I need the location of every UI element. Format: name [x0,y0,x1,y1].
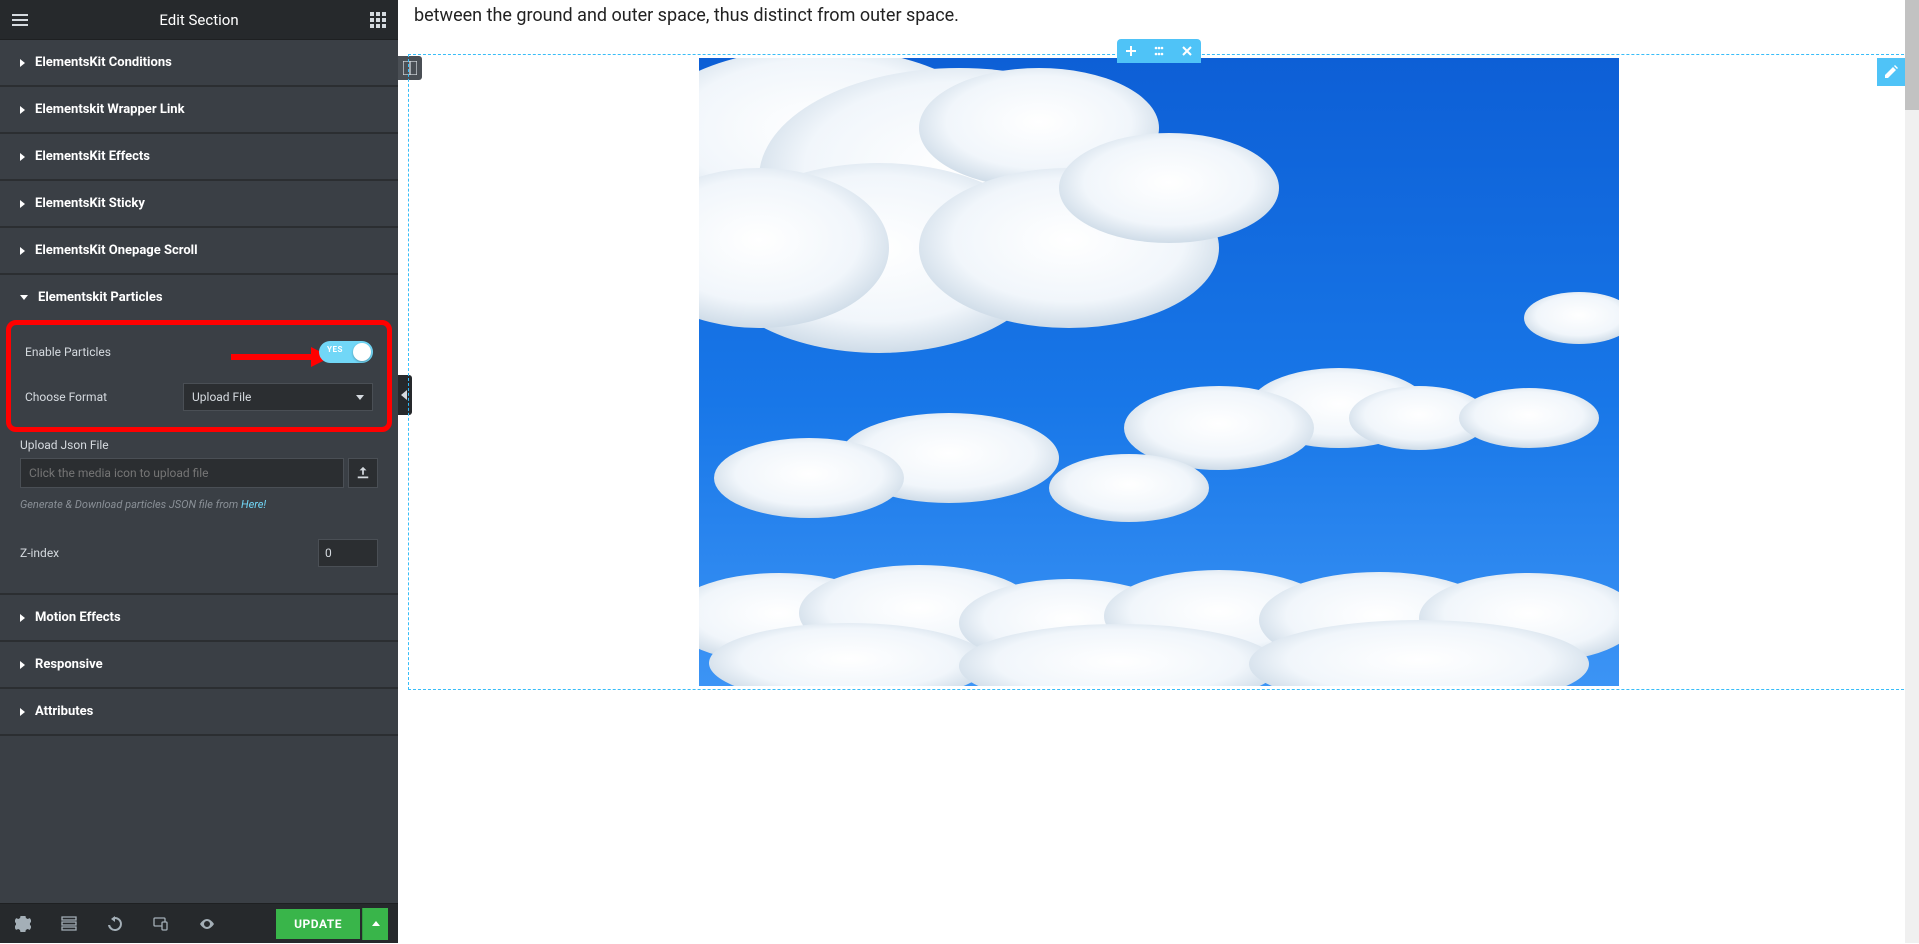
settings-icon[interactable] [0,904,46,944]
acc-onepage: ElementsKit Onepage Scroll [0,228,398,275]
sky-image [699,58,1619,686]
section-drag[interactable] [1145,39,1173,63]
choose-format-label: Choose Format [25,390,107,404]
menu-icon[interactable] [10,10,30,30]
caret-right-icon [20,247,25,255]
acc-label: ElementsKit Onepage Scroll [35,243,198,258]
toggle-knob [353,343,371,361]
acc-sticky-head[interactable]: ElementsKit Sticky [0,181,398,226]
acc-particles: Elementskit Particles Enable Particles Y… [0,275,398,595]
acc-particles-head[interactable]: Elementskit Particles [0,275,398,320]
caret-right-icon [20,200,25,208]
acc-motion: Motion Effects [0,595,398,642]
caret-right-icon [20,106,25,114]
caret-right-icon [20,661,25,669]
acc-responsive-head[interactable]: Responsive [0,642,398,687]
acc-label: Elementskit Particles [38,290,163,305]
acc-conditions-head[interactable]: ElementsKit Conditions [0,40,398,85]
acc-sticky: ElementsKit Sticky [0,181,398,228]
caret-right-icon [20,614,25,622]
intro-text: between the ground and outer space, thus… [408,0,1909,32]
editor-panel: Edit Section ElementsKit Conditions Elem… [0,0,398,943]
canvas-scrollbar[interactable] [1905,0,1919,943]
enable-particles-toggle[interactable]: YES [319,341,373,363]
acc-effects: ElementsKit Effects [0,134,398,181]
panel-title: Edit Section [30,11,368,29]
caret-down-icon [20,295,28,300]
chevron-down-icon [356,395,364,400]
zindex-input[interactable] [318,539,378,567]
acc-label: ElementsKit Effects [35,149,150,164]
zindex-row: Z-index [20,529,378,577]
acc-label: ElementsKit Sticky [35,196,145,211]
acc-label: Responsive [35,657,103,672]
acc-particles-body: Enable Particles YES Choose Format Uploa… [0,320,398,593]
section[interactable] [408,54,1909,690]
acc-wrapper-link: Elementskit Wrapper Link [0,87,398,134]
panel-header: Edit Section [0,0,398,40]
acc-attributes: Attributes [0,689,398,736]
acc-label: Elementskit Wrapper Link [35,102,185,117]
toggle-text: YES [327,345,343,354]
section-delete[interactable] [1173,39,1201,63]
enable-particles-row: Enable Particles YES [25,331,373,373]
responsive-icon[interactable] [138,904,184,944]
enable-particles-label: Enable Particles [25,345,111,359]
history-icon[interactable] [92,904,138,944]
upload-json-input[interactable] [20,458,344,488]
json-hint: Generate & Download particles JSON file … [20,498,378,511]
acc-label: ElementsKit Conditions [35,55,172,70]
acc-label: Motion Effects [35,610,121,625]
preview-icon[interactable] [184,904,230,944]
scrollbar-thumb[interactable] [1905,0,1919,110]
section-edit[interactable] [1877,58,1905,86]
acc-effects-head[interactable]: ElementsKit Effects [0,134,398,179]
acc-label: Attributes [35,704,93,719]
acc-attributes-head[interactable]: Attributes [0,689,398,734]
acc-responsive: Responsive [0,642,398,689]
panel-body: ElementsKit Conditions Elementskit Wrapp… [0,40,398,903]
panel-footer: UPDATE [0,903,398,943]
editor-canvas: between the ground and outer space, thus… [398,0,1919,943]
choose-format-row: Choose Format Upload File [25,373,373,421]
caret-up-icon [372,921,380,926]
caret-right-icon [20,708,25,716]
section-add[interactable] [1117,39,1145,63]
update-options[interactable] [362,908,388,940]
acc-wrapper-link-head[interactable]: Elementskit Wrapper Link [0,87,398,132]
acc-motion-head[interactable]: Motion Effects [0,595,398,640]
update-button[interactable]: UPDATE [276,909,360,939]
widgets-icon[interactable] [368,10,388,30]
section-toolbar [1117,39,1201,63]
zindex-label: Z-index [20,546,59,560]
acc-onepage-head[interactable]: ElementsKit Onepage Scroll [0,228,398,273]
select-value: Upload File [192,390,251,404]
choose-format-select[interactable]: Upload File [183,383,373,411]
upload-json-label: Upload Json File [20,438,378,452]
navigator-icon[interactable] [46,904,92,944]
canvas-inner: between the ground and outer space, thus… [398,0,1919,690]
acc-conditions: ElementsKit Conditions [0,40,398,87]
upload-json-button[interactable] [348,458,378,488]
caret-right-icon [20,59,25,67]
json-hint-text: Generate & Download particles JSON file … [20,498,241,511]
upload-json-row [20,458,378,488]
json-hint-link[interactable]: Here! [241,498,266,511]
caret-right-icon [20,153,25,161]
tutorial-highlight: Enable Particles YES Choose Format Uploa… [6,320,392,432]
